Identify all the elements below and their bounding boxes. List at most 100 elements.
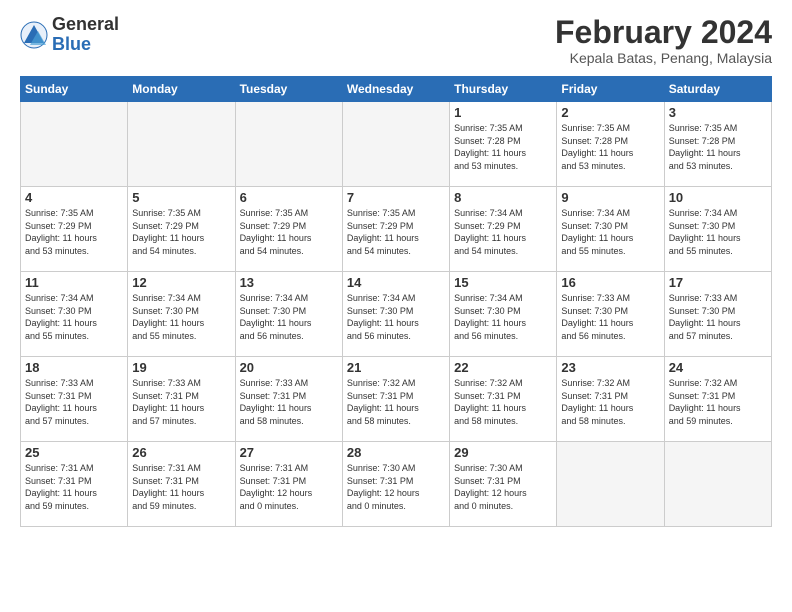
day-info: Sunrise: 7:34 AM Sunset: 7:30 PM Dayligh… (454, 292, 552, 342)
day-info: Sunrise: 7:35 AM Sunset: 7:28 PM Dayligh… (669, 122, 767, 172)
day-info: Sunrise: 7:34 AM Sunset: 7:30 PM Dayligh… (669, 207, 767, 257)
header-sunday: Sunday (21, 77, 128, 102)
day-number: 24 (669, 360, 767, 375)
logo-general: General (52, 15, 119, 35)
calendar-cell: 12 Sunrise: 7:34 AM Sunset: 7:30 PM Dayli… (128, 272, 235, 357)
calendar-cell: 4 Sunrise: 7:35 AM Sunset: 7:29 PM Daylig… (21, 187, 128, 272)
header-thursday: Thursday (450, 77, 557, 102)
day-number: 16 (561, 275, 659, 290)
day-info: Sunrise: 7:35 AM Sunset: 7:29 PM Dayligh… (347, 207, 445, 257)
calendar-page: General Blue February 2024 Kepala Batas,… (0, 0, 792, 612)
week-row-4: 18 Sunrise: 7:33 AM Sunset: 7:31 PM Dayli… (21, 357, 772, 442)
day-number: 22 (454, 360, 552, 375)
day-info: Sunrise: 7:34 AM Sunset: 7:29 PM Dayligh… (454, 207, 552, 257)
day-number: 28 (347, 445, 445, 460)
day-info: Sunrise: 7:30 AM Sunset: 7:31 PM Dayligh… (454, 462, 552, 512)
calendar-cell: 13 Sunrise: 7:34 AM Sunset: 7:30 PM Dayli… (235, 272, 342, 357)
day-number: 8 (454, 190, 552, 205)
day-info: Sunrise: 7:33 AM Sunset: 7:31 PM Dayligh… (132, 377, 230, 427)
calendar-cell: 25Sunrise: 7:31 AM Sunset: 7:31 PM Dayli… (21, 442, 128, 527)
calendar-cell: 20 Sunrise: 7:33 AM Sunset: 7:31 PM Dayli… (235, 357, 342, 442)
calendar-cell: 5 Sunrise: 7:35 AM Sunset: 7:29 PM Daylig… (128, 187, 235, 272)
day-info: Sunrise: 7:32 AM Sunset: 7:31 PM Dayligh… (669, 377, 767, 427)
calendar-cell: 7 Sunrise: 7:35 AM Sunset: 7:29 PM Daylig… (342, 187, 449, 272)
calendar-cell: 6Sunrise: 7:35 AM Sunset: 7:29 PM Daylig… (235, 187, 342, 272)
day-number: 19 (132, 360, 230, 375)
day-number: 27 (240, 445, 338, 460)
day-info: Sunrise: 7:30 AM Sunset: 7:31 PM Dayligh… (347, 462, 445, 512)
calendar-title: February 2024 (555, 15, 772, 50)
calendar-cell: 21 Sunrise: 7:32 AM Sunset: 7:31 PM Dayli… (342, 357, 449, 442)
week-row-3: 11 Sunrise: 7:34 AM Sunset: 7:30 PM Dayli… (21, 272, 772, 357)
day-info: Sunrise: 7:34 AM Sunset: 7:30 PM Dayligh… (240, 292, 338, 342)
day-number: 13 (240, 275, 338, 290)
calendar-subtitle: Kepala Batas, Penang, Malaysia (555, 50, 772, 66)
day-info: Sunrise: 7:33 AM Sunset: 7:30 PM Dayligh… (561, 292, 659, 342)
calendar-cell: 14 Sunrise: 7:34 AM Sunset: 7:30 PM Dayli… (342, 272, 449, 357)
header-tuesday: Tuesday (235, 77, 342, 102)
header-monday: Monday (128, 77, 235, 102)
calendar-cell: 26Sunrise: 7:31 AM Sunset: 7:31 PM Dayli… (128, 442, 235, 527)
day-info: Sunrise: 7:33 AM Sunset: 7:31 PM Dayligh… (25, 377, 123, 427)
header-row: SundayMondayTuesdayWednesdayThursdayFrid… (21, 77, 772, 102)
calendar-cell: 3 Sunrise: 7:35 AM Sunset: 7:28 PM Daylig… (664, 102, 771, 187)
day-number: 5 (132, 190, 230, 205)
calendar-cell (128, 102, 235, 187)
day-number: 10 (669, 190, 767, 205)
calendar-cell: 29 Sunrise: 7:30 AM Sunset: 7:31 PM Dayli… (450, 442, 557, 527)
calendar-cell (21, 102, 128, 187)
calendar-cell: 17 Sunrise: 7:33 AM Sunset: 7:30 PM Dayli… (664, 272, 771, 357)
day-number: 4 (25, 190, 123, 205)
calendar-cell: 22Sunrise: 7:32 AM Sunset: 7:31 PM Dayli… (450, 357, 557, 442)
day-info: Sunrise: 7:32 AM Sunset: 7:31 PM Dayligh… (347, 377, 445, 427)
calendar-cell: 18 Sunrise: 7:33 AM Sunset: 7:31 PM Dayli… (21, 357, 128, 442)
day-number: 18 (25, 360, 123, 375)
logo: General Blue (20, 15, 119, 55)
day-number: 20 (240, 360, 338, 375)
day-info: Sunrise: 7:35 AM Sunset: 7:29 PM Dayligh… (132, 207, 230, 257)
day-info: Sunrise: 7:35 AM Sunset: 7:29 PM Dayligh… (25, 207, 123, 257)
calendar-cell: 10 Sunrise: 7:34 AM Sunset: 7:30 PM Dayli… (664, 187, 771, 272)
day-info: Sunrise: 7:34 AM Sunset: 7:30 PM Dayligh… (25, 292, 123, 342)
day-number: 6 (240, 190, 338, 205)
day-number: 17 (669, 275, 767, 290)
calendar-cell: 28 Sunrise: 7:30 AM Sunset: 7:31 PM Dayli… (342, 442, 449, 527)
day-number: 26 (132, 445, 230, 460)
calendar-cell: 16 Sunrise: 7:33 AM Sunset: 7:30 PM Dayli… (557, 272, 664, 357)
day-info: Sunrise: 7:34 AM Sunset: 7:30 PM Dayligh… (347, 292, 445, 342)
day-number: 12 (132, 275, 230, 290)
day-info: Sunrise: 7:31 AM Sunset: 7:31 PM Dayligh… (240, 462, 338, 512)
day-number: 11 (25, 275, 123, 290)
day-number: 23 (561, 360, 659, 375)
calendar-cell: 24 Sunrise: 7:32 AM Sunset: 7:31 PM Dayli… (664, 357, 771, 442)
day-info: Sunrise: 7:34 AM Sunset: 7:30 PM Dayligh… (132, 292, 230, 342)
calendar-cell: 19 Sunrise: 7:33 AM Sunset: 7:31 PM Dayli… (128, 357, 235, 442)
day-info: Sunrise: 7:32 AM Sunset: 7:31 PM Dayligh… (561, 377, 659, 427)
day-number: 9 (561, 190, 659, 205)
logo-blue: Blue (52, 35, 119, 55)
day-number: 14 (347, 275, 445, 290)
calendar-table: SundayMondayTuesdayWednesdayThursdayFrid… (20, 76, 772, 527)
week-row-2: 4 Sunrise: 7:35 AM Sunset: 7:29 PM Daylig… (21, 187, 772, 272)
day-info: Sunrise: 7:33 AM Sunset: 7:30 PM Dayligh… (669, 292, 767, 342)
header-friday: Friday (557, 77, 664, 102)
day-number: 2 (561, 105, 659, 120)
day-number: 15 (454, 275, 552, 290)
header-wednesday: Wednesday (342, 77, 449, 102)
day-info: Sunrise: 7:35 AM Sunset: 7:28 PM Dayligh… (561, 122, 659, 172)
calendar-cell (664, 442, 771, 527)
header: General Blue February 2024 Kepala Batas,… (20, 15, 772, 66)
header-saturday: Saturday (664, 77, 771, 102)
day-number: 1 (454, 105, 552, 120)
day-number: 3 (669, 105, 767, 120)
logo-text: General Blue (52, 15, 119, 55)
day-number: 7 (347, 190, 445, 205)
day-info: Sunrise: 7:33 AM Sunset: 7:31 PM Dayligh… (240, 377, 338, 427)
calendar-cell: 8 Sunrise: 7:34 AM Sunset: 7:29 PM Daylig… (450, 187, 557, 272)
day-number: 21 (347, 360, 445, 375)
day-info: Sunrise: 7:34 AM Sunset: 7:30 PM Dayligh… (561, 207, 659, 257)
title-area: February 2024 Kepala Batas, Penang, Mala… (555, 15, 772, 66)
day-info: Sunrise: 7:35 AM Sunset: 7:28 PM Dayligh… (454, 122, 552, 172)
day-number: 29 (454, 445, 552, 460)
calendar-cell: 23 Sunrise: 7:32 AM Sunset: 7:31 PM Dayli… (557, 357, 664, 442)
